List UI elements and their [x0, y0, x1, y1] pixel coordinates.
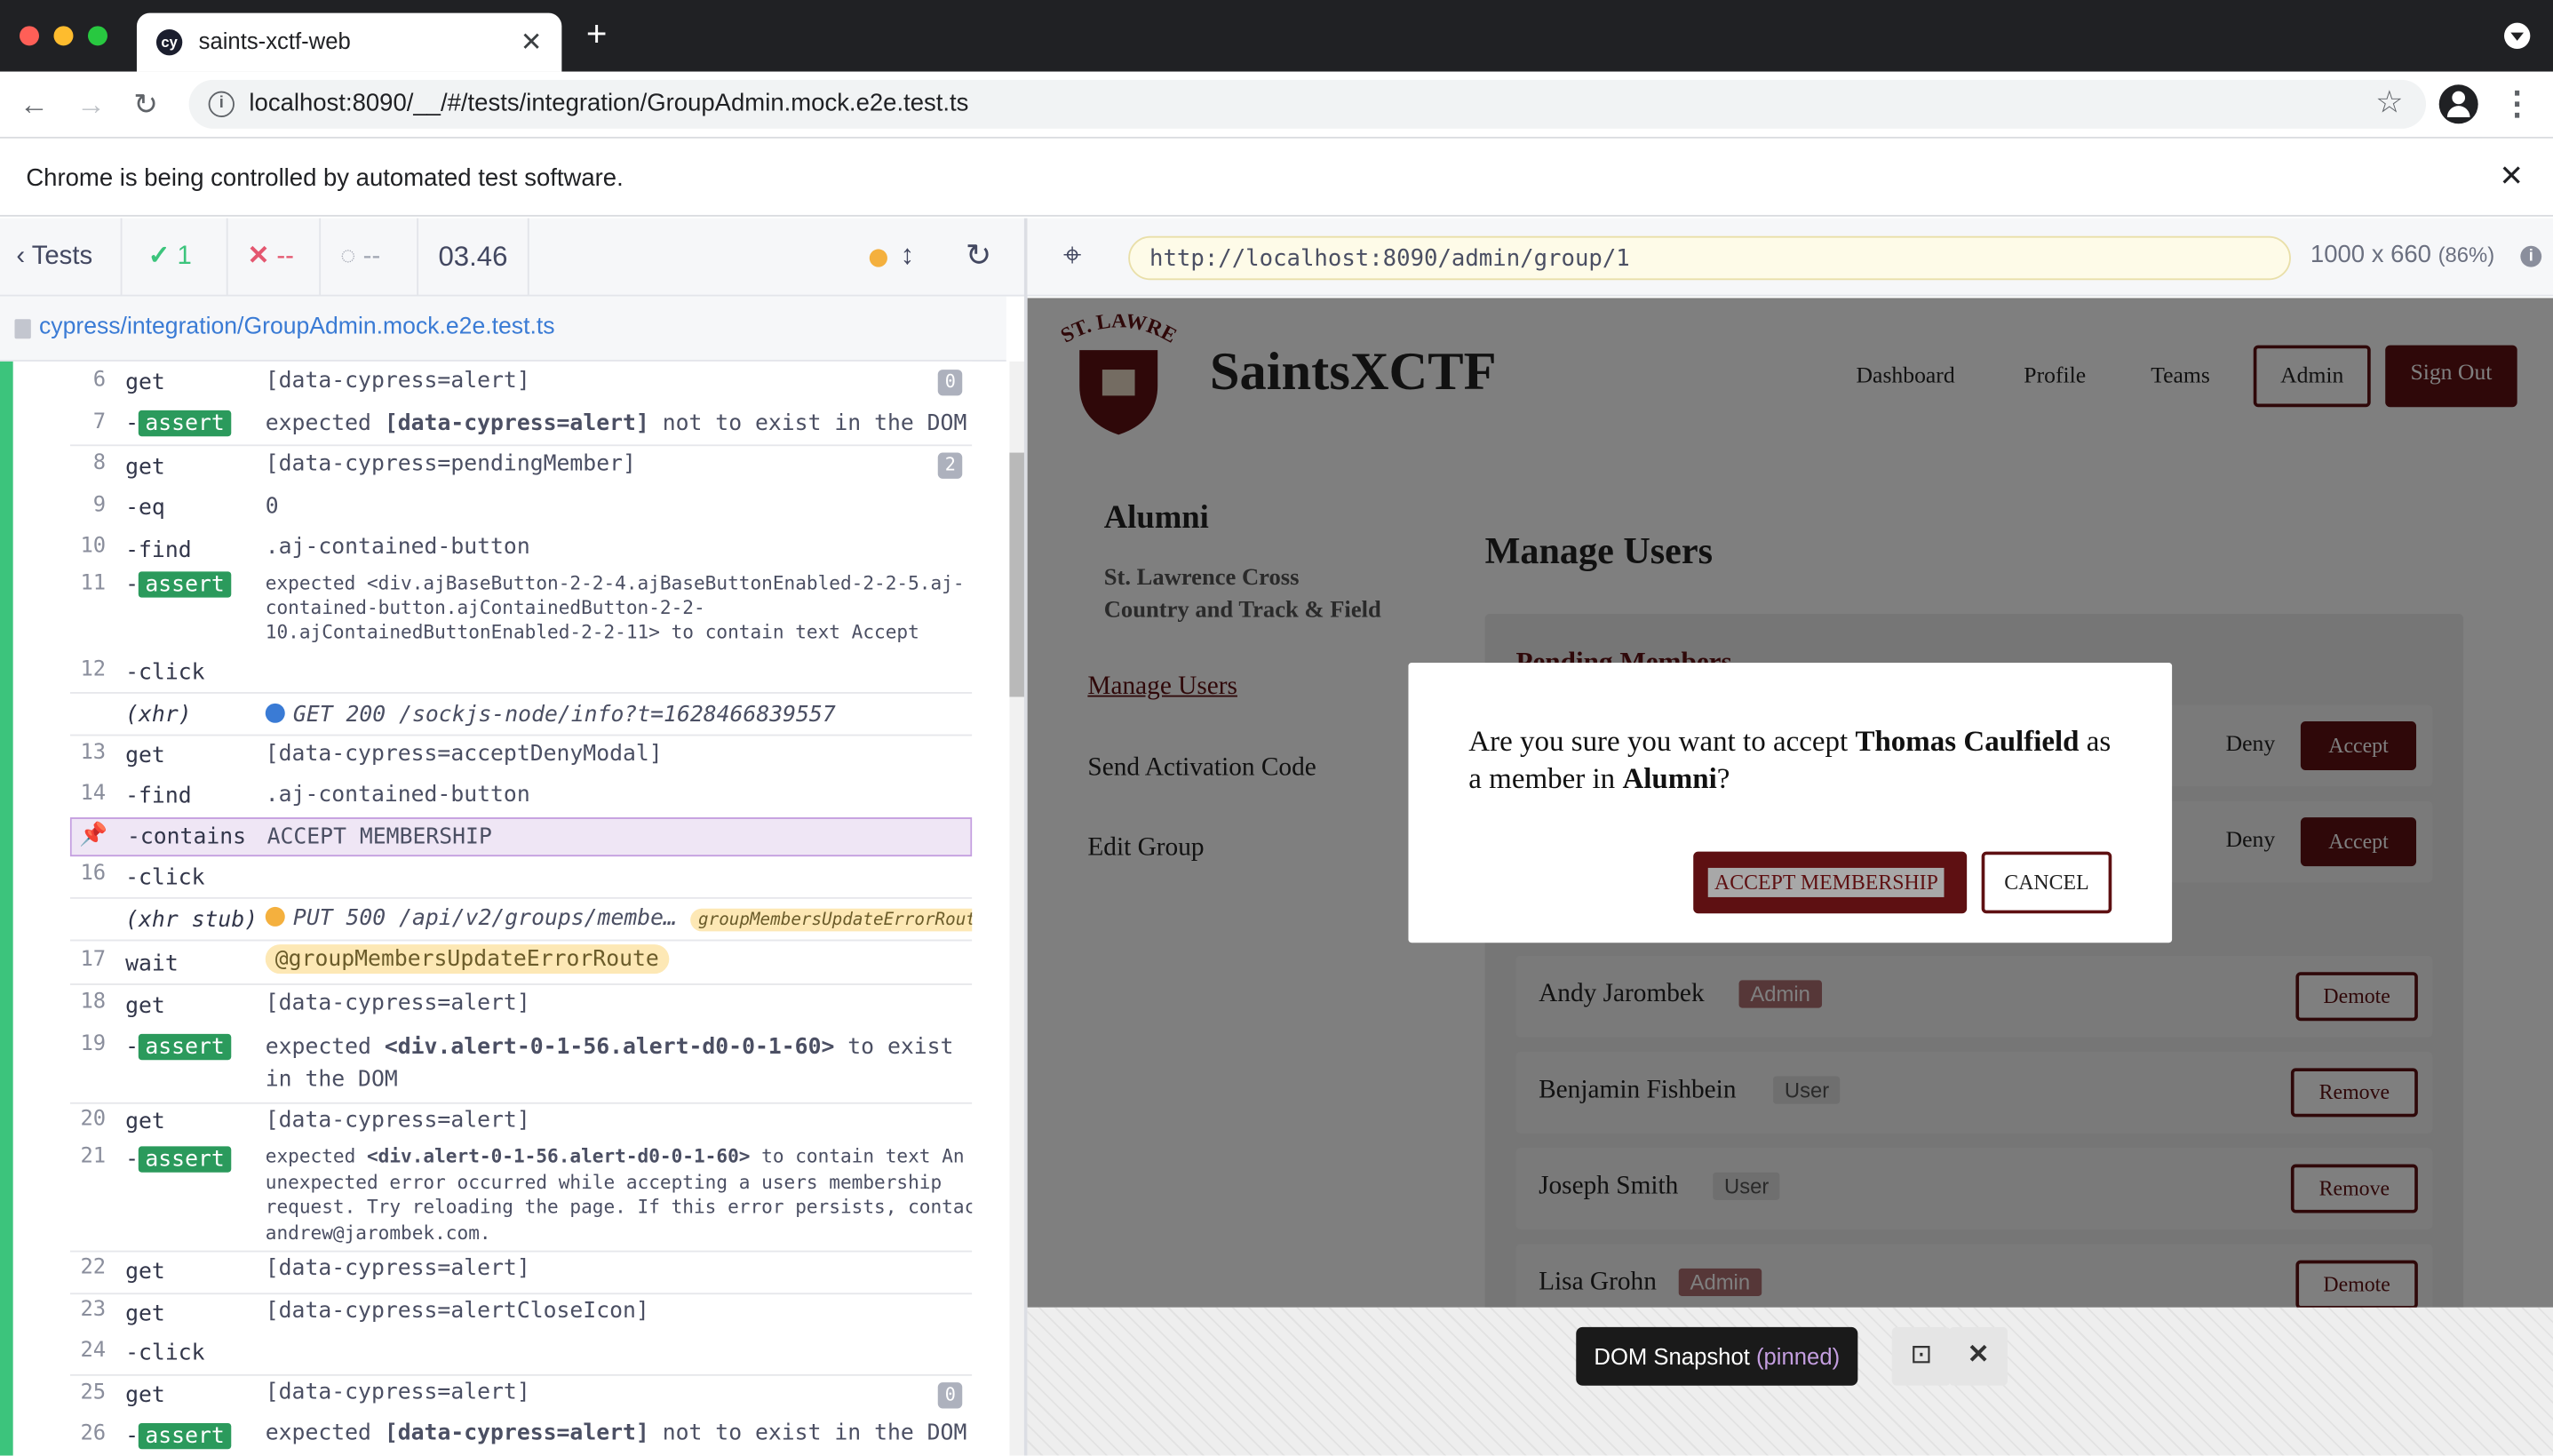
running-indicator-icon: [869, 249, 887, 267]
forward-arrow-icon[interactable]: →: [76, 84, 106, 123]
infobar-message: Chrome is being controlled by automated …: [26, 164, 624, 193]
new-tab-icon[interactable]: +: [586, 15, 608, 52]
xhr-status-icon: [265, 703, 285, 723]
automation-infobar: Chrome is being controlled by automated …: [0, 139, 2553, 217]
app-under-test: ST. LAWRENCE SaintsXCTF Dashboard Profil…: [1027, 298, 2553, 1308]
log-row[interactable]: 14 -find .aj-contained-button: [70, 776, 972, 816]
profile-avatar-icon[interactable]: [2438, 84, 2478, 124]
log-row[interactable]: 8 get [data-cypress=pendingMember] 2: [70, 446, 972, 487]
log-row[interactable]: 7 - assert expected [data-cypress=alert] …: [70, 404, 972, 443]
xhr-status-icon: [265, 906, 285, 927]
close-tab-icon[interactable]: ✕: [521, 26, 543, 59]
passed-count: ✓ 1: [122, 218, 228, 297]
log-row[interactable]: 21 - assert expected <div.alert-0-1-56.al…: [70, 1143, 972, 1251]
highlight-toggle-icon[interactable]: ⊡: [1891, 1326, 1951, 1386]
browser-toolbar: ← → ↻ i localhost:8090/__/#/tests/integr…: [0, 71, 2553, 139]
log-row[interactable]: 16 -click: [70, 858, 972, 897]
address-bar[interactable]: i localhost:8090/__/#/tests/integration/…: [188, 79, 2427, 129]
log-row[interactable]: 9 -eq 0: [70, 489, 972, 528]
log-row[interactable]: 17 wait @groupMembersUpdateErrorRoute: [70, 941, 972, 982]
pending-count: ◌ --: [321, 218, 419, 297]
tests-button[interactable]: ‹ Tests: [0, 218, 123, 297]
address-bar-url[interactable]: localhost:8090/__/#/tests/integration/Gr…: [249, 90, 968, 117]
browser-tab-bar: cy saints-xctf-web ✕ +: [0, 0, 2553, 72]
log-row[interactable]: (xhr stub) PUT 500 /api/v2/groups/membe……: [70, 899, 973, 940]
element-count-badge: 0: [938, 1382, 963, 1409]
reload-icon[interactable]: ↻: [133, 84, 158, 123]
unpin-snapshot-icon[interactable]: ✕: [1948, 1326, 2008, 1386]
log-row[interactable]: 10 -find .aj-contained-button: [70, 529, 972, 569]
log-row[interactable]: 23 get [data-cypress=alertCloseIcon]: [70, 1294, 972, 1335]
log-row[interactable]: 11 - assert expected <div.ajBaseButton-2-…: [70, 569, 972, 653]
spec-path-bar: cypress/integration/GroupAdmin.mock.e2e.…: [0, 296, 1006, 362]
log-row[interactable]: 20 get [data-cypress=alert]: [70, 1104, 972, 1143]
assert-label: assert: [139, 1033, 232, 1061]
pending-circle-icon: ◌: [340, 243, 356, 271]
log-row[interactable]: 26 - assert expected [data-cypress=alert]…: [70, 1417, 972, 1456]
assert-label: assert: [139, 571, 232, 598]
close-window-button[interactable]: [19, 26, 39, 46]
wait-alias-badge: @groupMembersUpdateErrorRoute: [265, 944, 669, 975]
log-row-pinned[interactable]: 📌 -contains ACCEPT MEMBERSHIP: [69, 817, 973, 857]
chevron-left-icon: ‹: [16, 243, 32, 271]
tab-search-icon[interactable]: [2504, 22, 2531, 49]
log-row[interactable]: 12 -click: [70, 655, 972, 694]
element-count-badge: 0: [938, 370, 963, 396]
log-row[interactable]: 18 get [data-cypress=alert]: [70, 985, 972, 1026]
log-row[interactable]: 19 - assert expected <div.alert-0-1-56.al…: [70, 1026, 972, 1104]
selector-playground-icon[interactable]: ⌖: [1063, 238, 1082, 275]
maximize-window-button[interactable]: [87, 26, 107, 46]
spec-path[interactable]: cypress/integration/GroupAdmin.mock.e2e.…: [39, 314, 555, 340]
route-alias-badge: groupMembersUpdateErrorRoute: [689, 908, 973, 932]
failed-count: ✕ --: [228, 218, 322, 297]
duration: 03.46: [418, 218, 529, 297]
accept-deny-modal: Are you sure you want to accept Thomas C…: [1408, 662, 2173, 943]
log-row[interactable]: 6 get [data-cypress=alert] 0: [70, 362, 972, 402]
pin-icon: 📌: [79, 822, 107, 848]
browser-menu-icon[interactable]: ⋮: [2501, 84, 2533, 123]
element-count-badge: 2: [938, 452, 963, 479]
cypress-favicon-icon: cy: [155, 28, 183, 56]
modal-question: Are you sure you want to accept Thomas C…: [1468, 724, 2112, 795]
log-row[interactable]: 22 get [data-cypress=alert]: [70, 1253, 972, 1293]
site-info-icon[interactable]: i: [208, 91, 235, 117]
tab-title: saints-xctf-web: [198, 28, 351, 54]
accept-membership-button[interactable]: ACCEPT MEMBERSHIP: [1693, 851, 1968, 914]
assert-label: assert: [139, 410, 232, 437]
x-icon: ✕: [247, 243, 270, 271]
log-row[interactable]: 13 get [data-cypress=acceptDenyModal]: [70, 736, 972, 776]
aut-header: ⌖ http://localhost:8090/admin/group/1 10…: [1027, 218, 2553, 297]
test-pass-indicator: [0, 361, 13, 1456]
cancel-button[interactable]: CANCEL: [1981, 851, 2112, 914]
bookmark-star-icon[interactable]: ☆: [2375, 84, 2403, 122]
infobar-close-icon[interactable]: ✕: [2499, 160, 2524, 194]
reporter-header: ‹ Tests ✓ 1 ✕ -- ◌ -- 03.46 ↕ ↻: [0, 218, 1026, 297]
log-row[interactable]: (xhr) GET 200 /sockjs-node/info?t=162846…: [70, 694, 972, 735]
viewport-info-icon[interactable]: i: [2520, 245, 2542, 267]
viewport-size: 1000 x 660 (86%): [2310, 241, 2495, 269]
assert-label: assert: [139, 1422, 232, 1450]
dom-snapshot-label: DOM Snapshot (pinned): [1576, 1326, 1858, 1386]
snapshot-bar: DOM Snapshot (pinned) ⊡ ✕: [1027, 1307, 2553, 1456]
back-arrow-icon[interactable]: ←: [20, 84, 49, 123]
log-row[interactable]: 25 get [data-cypress=alert] 0: [70, 1376, 972, 1417]
autoscroll-toggle-icon[interactable]: ↕: [901, 239, 915, 272]
aut-url: http://localhost:8090/admin/group/1: [1149, 245, 1630, 273]
check-icon: ✓: [147, 243, 171, 271]
minimize-window-button[interactable]: [53, 26, 74, 46]
aut-url-bar: http://localhost:8090/admin/group/1: [1128, 235, 2291, 281]
browser-tab[interactable]: cy saints-xctf-web ✕: [136, 12, 562, 72]
command-log: 6 get [data-cypress=alert] 0 7 - assert e…: [69, 361, 973, 1456]
file-icon: [14, 319, 31, 339]
rerun-icon[interactable]: ↻: [966, 238, 991, 275]
assert-label: assert: [139, 1146, 232, 1173]
log-row[interactable]: 24 -click: [70, 1335, 972, 1374]
